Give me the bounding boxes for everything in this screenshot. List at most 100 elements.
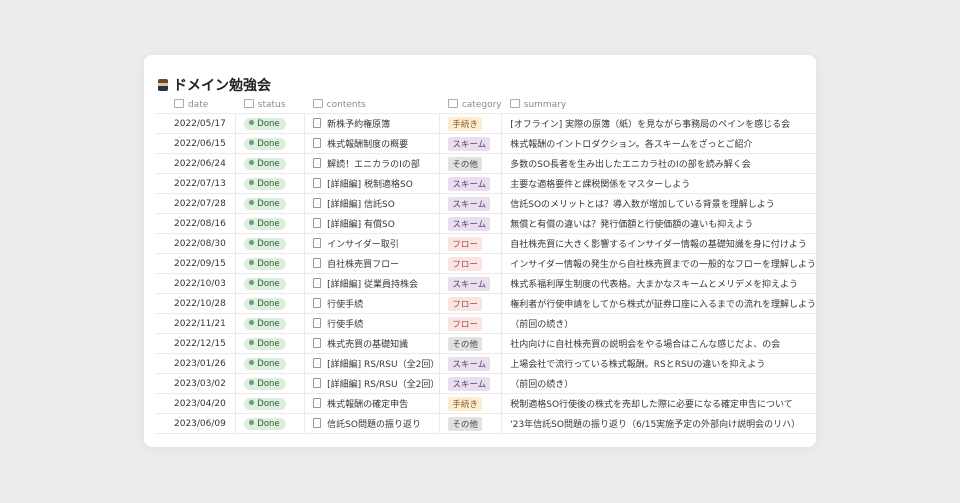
table-row[interactable]: 2022/07/13 Done [詳細編] 税制適格SO スキーム 主要な適格要… [155, 173, 816, 194]
column-header-date[interactable]: date [155, 96, 236, 114]
date-cell[interactable]: 2022/11/21 [155, 313, 236, 334]
status-cell[interactable]: Done [235, 293, 305, 314]
table-row[interactable]: 2022/12/15 Done 株式売買の基礎知識 その他 社内向けに自社株売買… [155, 333, 816, 354]
status-cell[interactable]: Done [235, 273, 305, 294]
summary-cell[interactable]: 自社株売買に大きく影響するインサイダー情報の基礎知識を身に付けよう [501, 233, 816, 254]
status-cell[interactable]: Done [235, 233, 305, 254]
contents-cell[interactable]: 行使手続 [304, 293, 440, 314]
status-cell[interactable]: Done [235, 393, 305, 414]
summary-cell[interactable]: 主要な適格要件と課税関係をマスターしよう [501, 173, 816, 194]
category-cell[interactable]: フロー [439, 233, 502, 254]
category-cell[interactable]: フロー [439, 293, 502, 314]
summary-cell[interactable]: 株式系福利厚生制度の代表格。大まかなスキームとメリデメを抑えよう [501, 273, 816, 294]
status-cell[interactable]: Done [235, 153, 305, 174]
table-row[interactable]: 2022/11/21 Done 行使手続 フロー （前回の続き） [155, 313, 816, 334]
contents-cell[interactable]: [詳細編] RS/RSU（全2回） [304, 353, 440, 374]
page-link[interactable]: 新株予約権原簿 [327, 120, 390, 130]
table-row[interactable]: 2022/09/15 Done 自社株売買フロー フロー インサイダー情報の発生… [155, 253, 816, 274]
date-cell[interactable]: 2022/06/15 [155, 133, 236, 154]
contents-cell[interactable]: 自社株売買フロー [304, 253, 440, 274]
table-row[interactable]: 2023/04/20 Done 株式報酬の確定申告 手続き 税制適格SO行使後の… [155, 393, 816, 414]
page-link[interactable]: 行使手続 [327, 300, 363, 310]
date-cell[interactable]: 2022/12/15 [155, 333, 236, 354]
category-cell[interactable]: 手続き [439, 393, 502, 414]
category-cell[interactable]: その他 [439, 153, 502, 174]
page-link[interactable]: 株式報酬の確定申告 [327, 400, 408, 410]
page-link[interactable]: [詳細編] 信託SO [327, 200, 395, 210]
category-cell[interactable]: スキーム [439, 373, 502, 394]
date-cell[interactable]: 2022/07/13 [155, 173, 236, 194]
category-cell[interactable]: フロー [439, 253, 502, 274]
contents-cell[interactable]: [詳細編] 信託SO [304, 193, 440, 214]
category-cell[interactable]: スキーム [439, 173, 502, 194]
table-row[interactable]: 2022/08/16 Done [詳細編] 有償SO スキーム 無償と有償の違い… [155, 213, 816, 234]
category-cell[interactable]: スキーム [439, 353, 502, 374]
summary-cell[interactable]: 社内向けに自社株売買の説明会をやる場合はこんな感じだよ、の会 [501, 333, 816, 354]
summary-cell[interactable]: [オフライン] 実際の原簿（紙）を見ながら事務局のペインを感じる会 [501, 113, 816, 134]
contents-cell[interactable]: 株式報酬の確定申告 [304, 393, 440, 414]
table-row[interactable]: 2022/06/15 Done 株式報酬制度の概要 スキーム 株式報酬のイントロ… [155, 133, 816, 154]
contents-cell[interactable]: 行使手続 [304, 313, 440, 334]
summary-cell[interactable]: 税制適格SO行使後の株式を売却した際に必要になる確定申告について [501, 393, 816, 414]
page-link[interactable]: 株式報酬制度の概要 [327, 140, 408, 150]
status-cell[interactable]: Done [235, 413, 305, 434]
summary-cell[interactable]: 権利者が行使申請をしてから株式が証券口座に入るまでの流れを理解しよう [501, 293, 816, 314]
column-header-contents[interactable]: contents [305, 96, 440, 114]
category-cell[interactable]: スキーム [439, 273, 502, 294]
page-link[interactable]: 自社株売買フロー [327, 260, 399, 270]
contents-cell[interactable]: 株式報酬制度の概要 [304, 133, 440, 154]
column-header-summary[interactable]: summary [502, 96, 816, 114]
summary-cell[interactable]: '23年信託SO問題の振り返り（6/15実施予定の外部向け説明会のリハ） [501, 413, 816, 434]
status-cell[interactable]: Done [235, 213, 305, 234]
table-row[interactable]: 2022/08/30 Done インサイダー取引 フロー 自社株売買に大きく影響… [155, 233, 816, 254]
table-row[interactable]: 2022/10/28 Done 行使手続 フロー 権利者が行使申請をしてから株式… [155, 293, 816, 314]
contents-cell[interactable]: [詳細編] 税制適格SO [304, 173, 440, 194]
date-cell[interactable]: 2022/09/15 [155, 253, 236, 274]
category-cell[interactable]: スキーム [439, 213, 502, 234]
page-link[interactable]: [詳細編] 税制適格SO [327, 180, 413, 190]
date-cell[interactable]: 2022/08/16 [155, 213, 236, 234]
date-cell[interactable]: 2022/05/17 [155, 113, 236, 134]
summary-cell[interactable]: （前回の続き） [501, 313, 816, 334]
category-cell[interactable]: 手続き [439, 113, 502, 134]
contents-cell[interactable]: 株式売買の基礎知識 [304, 333, 440, 354]
status-cell[interactable]: Done [235, 173, 305, 194]
date-cell[interactable]: 2022/08/30 [155, 233, 236, 254]
status-cell[interactable]: Done [235, 353, 305, 374]
date-cell[interactable]: 2022/07/28 [155, 193, 236, 214]
column-header-category[interactable]: category [440, 96, 502, 114]
summary-cell[interactable]: 株式報酬のイントロダクション。各スキームをざっとご紹介 [501, 133, 816, 154]
page-link[interactable]: [詳細編] RS/RSU（全2回） [327, 360, 439, 370]
status-cell[interactable]: Done [235, 133, 305, 154]
table-row[interactable]: 2023/01/26 Done [詳細編] RS/RSU（全2回） スキーム 上… [155, 353, 816, 374]
date-cell[interactable]: 2022/06/24 [155, 153, 236, 174]
date-cell[interactable]: 2022/10/03 [155, 273, 236, 294]
status-cell[interactable]: Done [235, 333, 305, 354]
summary-cell[interactable]: （前回の続き） [501, 373, 816, 394]
column-header-status[interactable]: status [236, 96, 305, 114]
date-cell[interactable]: 2022/10/28 [155, 293, 236, 314]
date-cell[interactable]: 2023/03/02 [155, 373, 236, 394]
page-link[interactable]: インサイダー取引 [327, 240, 399, 250]
contents-cell[interactable]: [詳細編] 有償SO [304, 213, 440, 234]
summary-cell[interactable]: 信託SOのメリットとは？導入数が増加している背景を理解しよう [501, 193, 816, 214]
page-link[interactable]: 信託SO問題の振り返り [327, 420, 421, 430]
status-cell[interactable]: Done [235, 253, 305, 274]
page-link[interactable]: [詳細編] 有償SO [327, 220, 395, 230]
date-cell[interactable]: 2023/06/09 [155, 413, 236, 434]
table-row[interactable]: 2023/06/09 Done 信託SO問題の振り返り その他 '23年信託SO… [155, 413, 816, 434]
category-cell[interactable]: その他 [439, 333, 502, 354]
page-link[interactable]: 株式売買の基礎知識 [327, 340, 408, 350]
contents-cell[interactable]: 解読！エニカラのIの部 [304, 153, 440, 174]
category-cell[interactable]: その他 [439, 413, 502, 434]
status-cell[interactable]: Done [235, 373, 305, 394]
category-cell[interactable]: スキーム [439, 193, 502, 214]
page-link[interactable]: [詳細編] 従業員持株会 [327, 280, 418, 290]
status-cell[interactable]: Done [235, 313, 305, 334]
page-link[interactable]: 行使手続 [327, 320, 363, 330]
table-row[interactable]: 2022/05/17 Done 新株予約権原簿 手続き [オフライン] 実際の原… [155, 113, 816, 134]
contents-cell[interactable]: インサイダー取引 [304, 233, 440, 254]
status-cell[interactable]: Done [235, 113, 305, 134]
summary-cell[interactable]: 多数のSO長者を生み出したエニカラ社のIの部を読み解く会 [501, 153, 816, 174]
table-row[interactable]: 2022/10/03 Done [詳細編] 従業員持株会 スキーム 株式系福利厚… [155, 273, 816, 294]
